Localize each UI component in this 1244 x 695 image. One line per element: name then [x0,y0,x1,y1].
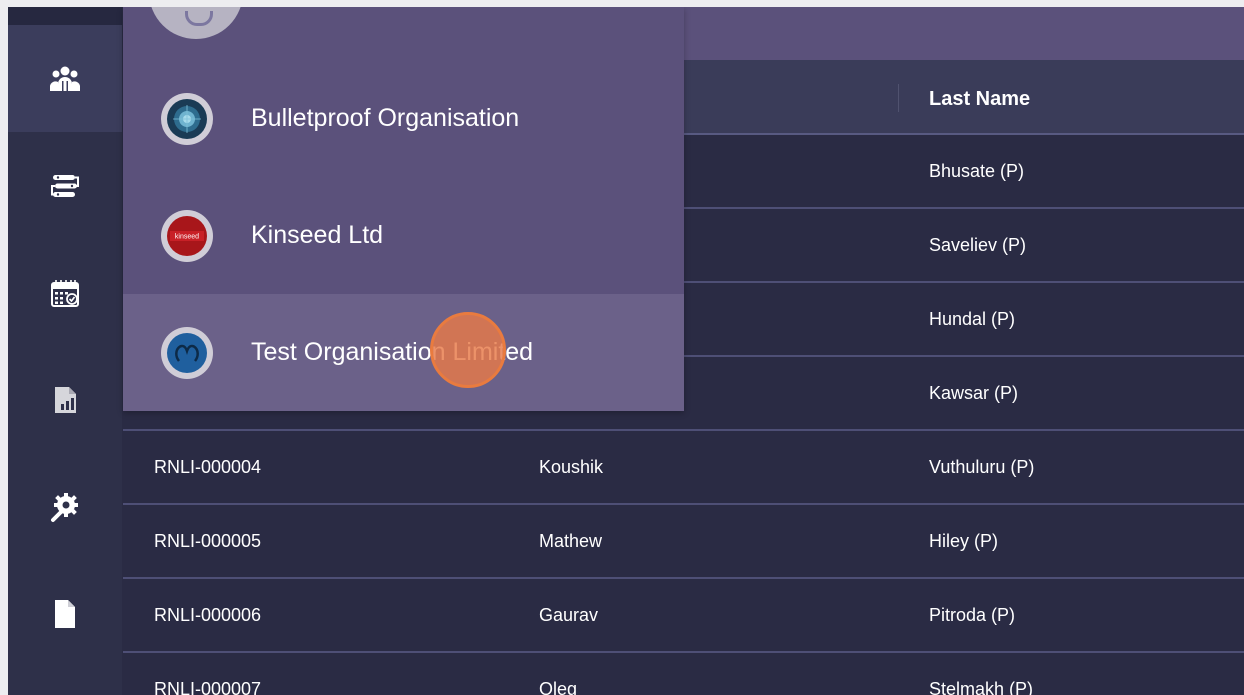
sidebar-item-users[interactable] [8,25,128,132]
workflow-icon [51,174,79,197]
bulletproof-logo-icon [161,92,213,145]
cell-first-name: Mathew [539,531,603,551]
cell-last-name: Hiley (P) [929,531,999,551]
column-header-last-name[interactable]: Last Name [929,88,1030,111]
table-row[interactable]: RNLI-000004 Koushik Vuthuluru (P) [123,431,1244,505]
calendar-icon [51,279,79,307]
table-row[interactable]: RNLI-000007 Oleg Stelmakh (P) [123,653,1244,695]
column-divider [898,84,899,112]
cell-last-name: Vuthuluru (P) [929,457,1035,477]
sidebar-item-reports[interactable] [8,346,122,453]
sidebar-top-edge [8,7,122,25]
cell-last-name: Stelmakh (P) [929,679,1034,695]
cell-last-name: Kawsar (P) [929,383,1019,403]
org-option-label: Kinseed Ltd [251,221,384,249]
org-option-label: Bulletproof Organisation [251,104,520,132]
svg-text:kinseed: kinseed [175,233,199,240]
org-option-test-organisation[interactable]: Test Organisation Limited [123,294,684,411]
cell-last-name: Pitroda (P) [929,605,1016,625]
report-icon [55,386,76,413]
kinseed-logo-icon: kinseed [161,209,213,262]
cell-first-name: Gaurav [539,605,599,625]
cell-id: RNLI-000005 [154,531,262,551]
sidebar [8,7,128,695]
sidebar-item-calendar[interactable] [8,239,122,346]
cell-id: RNLI-000004 [154,457,262,477]
document-icon [55,599,75,628]
table-row[interactable]: RNLI-000006 Gaurav Pitroda (P) [123,579,1244,653]
click-indicator [430,312,506,388]
app-frame: Last Name Bhusate (P) Saveliev (P) Hunda… [8,7,1244,695]
cell-id: RNLI-000006 [154,605,262,625]
users-icon [50,66,80,91]
cell-last-name: Bhusate (P) [929,161,1025,181]
cell-last-name: Hundal (P) [929,309,1016,329]
current-org-avatar [149,7,243,39]
cell-id: RNLI-000007 [154,679,262,695]
org-option-kinseed[interactable]: kinseed Kinseed Ltd [123,177,684,294]
sidebar-item-documents[interactable] [8,560,122,667]
test-org-logo-icon [161,326,213,379]
org-option-bulletproof[interactable]: Bulletproof Organisation [123,60,684,177]
sidebar-item-workflow[interactable] [8,132,122,239]
cell-first-name: Koushik [539,457,604,477]
sidebar-item-settings[interactable] [8,453,122,560]
cell-first-name: Oleg [539,679,578,695]
organisation-dropdown: Bulletproof Organisation kinseed Kinseed… [123,7,684,411]
table-row[interactable]: RNLI-000005 Mathew Hiley (P) [123,505,1244,579]
settings-icon [51,492,78,522]
cell-last-name: Saveliev (P) [929,235,1027,255]
